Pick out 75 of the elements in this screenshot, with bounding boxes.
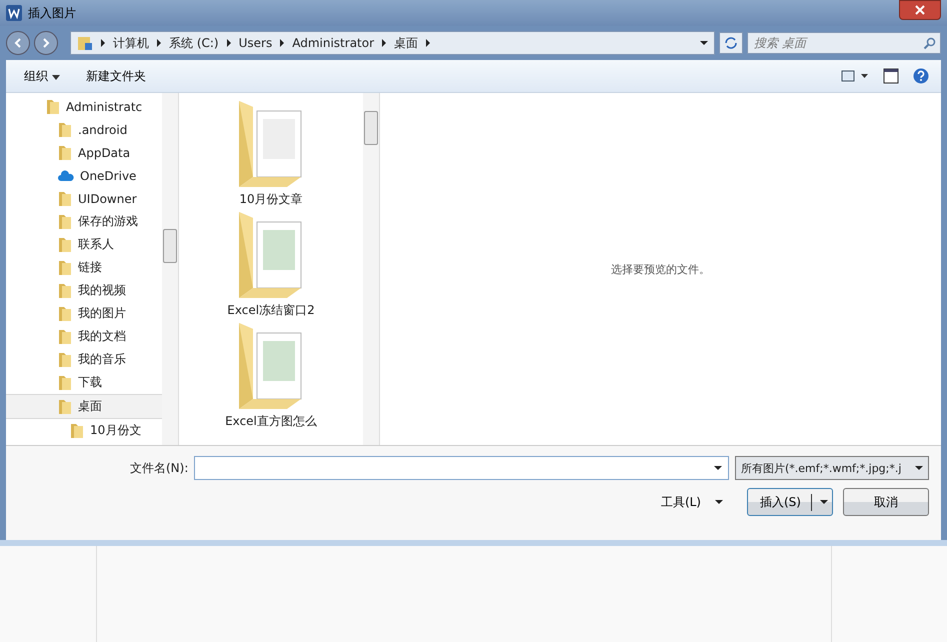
folder-icon (58, 260, 72, 276)
preview-message: 选择要预览的文件。 (611, 262, 710, 276)
tree-item[interactable]: Administratc (6, 95, 162, 118)
folder-icon (58, 328, 72, 344)
filename-field[interactable] (194, 456, 729, 480)
tree-item[interactable]: 链接 (6, 256, 162, 279)
address-bar[interactable]: 计算机 系统 (C:) Users Administrator 桌面 (70, 31, 715, 55)
tree-item[interactable]: 我的文档 (6, 325, 162, 348)
cloud-icon (58, 170, 74, 182)
file-type-dropdown[interactable]: 所有图片(*.emf;*.wmf;*.jpg;*.j (735, 456, 929, 480)
search-icon (923, 37, 936, 50)
folder-icon (58, 190, 72, 206)
new-folder-button[interactable]: 新建文件夹 (80, 66, 152, 86)
tree-item[interactable]: 我的音乐 (6, 348, 162, 371)
refresh-button[interactable] (719, 32, 743, 54)
folder-icon (58, 352, 72, 368)
tree-item[interactable]: OneDrive (6, 164, 162, 187)
preview-pane-icon[interactable] (883, 68, 899, 84)
tree-item[interactable]: 我的图片 (6, 302, 162, 325)
organize-button[interactable]: 组织 (18, 66, 66, 86)
close-button[interactable] (899, 0, 941, 20)
folder-icon (58, 282, 72, 298)
folder-icon (58, 236, 72, 252)
folder-tile[interactable]: 10月份文章 (237, 99, 305, 208)
tree-item[interactable]: .android (6, 118, 162, 141)
scrollbar[interactable] (363, 93, 379, 445)
folder-tile[interactable]: Excel冻结窗口2 (227, 210, 315, 319)
view-icon[interactable] (841, 69, 869, 83)
chevron-icon (101, 39, 105, 47)
folder-icon (77, 35, 93, 51)
folder-name: Excel冻结窗口2 (227, 302, 315, 319)
chevron-icon (382, 39, 386, 47)
folder-icon (58, 374, 72, 390)
folder-icon (58, 144, 72, 160)
breadcrumb[interactable]: 桌面 (394, 34, 418, 52)
dropdown-icon (700, 41, 708, 45)
breadcrumb[interactable]: 系统 (C:) (169, 34, 219, 52)
tree-item[interactable]: 10月份文 (6, 419, 162, 442)
back-button[interactable] (6, 31, 30, 55)
tree-item[interactable]: AppData (6, 141, 162, 164)
chevron-icon (426, 39, 430, 47)
folder-name: 10月份文章 (239, 191, 303, 208)
tree-item[interactable]: 联系人 (6, 233, 162, 256)
folder-icon (70, 422, 84, 438)
tree-item[interactable]: 桌面 (6, 394, 162, 419)
tree-item[interactable]: UIDowner (6, 187, 162, 210)
help-icon[interactable] (913, 68, 929, 84)
folder-icon (58, 306, 72, 322)
folder-icon (46, 98, 60, 114)
word-app-icon (6, 5, 22, 21)
insert-button[interactable]: 插入(S) (747, 488, 833, 516)
breadcrumb[interactable]: 计算机 (113, 34, 149, 52)
chevron-icon (226, 39, 231, 47)
folder-name: Excel直方图怎么 (225, 413, 317, 430)
forward-button[interactable] (34, 31, 58, 55)
tree-item[interactable]: 下载 (6, 371, 162, 394)
breadcrumb[interactable]: Administrator (292, 36, 374, 50)
folder-icon (58, 398, 72, 414)
window-title: 插入图片 (28, 4, 76, 22)
tools-button[interactable]: 工具(L) (654, 492, 729, 512)
folder-icon (58, 122, 72, 138)
chevron-icon (157, 39, 161, 47)
tree-item[interactable]: 保存的游戏 (6, 210, 162, 233)
tree-item[interactable]: 我的视频 (6, 279, 162, 302)
chevron-icon (280, 39, 284, 47)
cancel-button[interactable]: 取消 (843, 488, 929, 516)
breadcrumb[interactable]: Users (238, 36, 272, 50)
close-icon (915, 5, 925, 15)
scrollbar[interactable] (162, 93, 178, 445)
folder-tile[interactable]: Excel直方图怎么 (225, 321, 317, 430)
caret-icon (52, 74, 60, 80)
search-field[interactable]: 搜索 桌面 (747, 32, 941, 54)
refresh-icon (724, 36, 738, 50)
folder-icon (58, 214, 72, 230)
filename-label: 文件名(N): (130, 460, 188, 476)
